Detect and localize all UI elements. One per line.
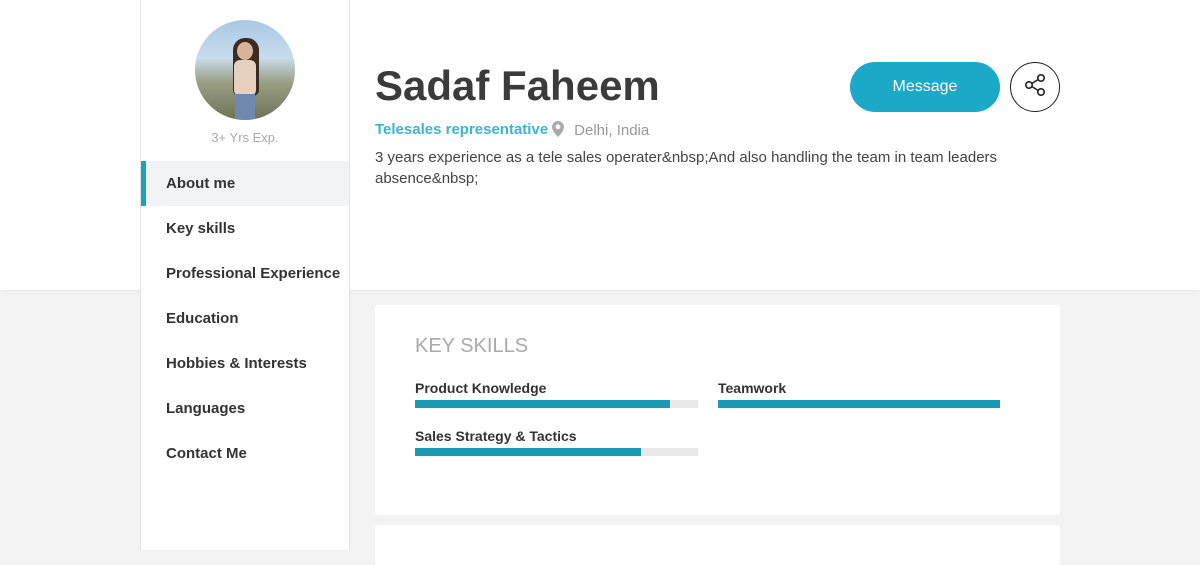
skill-item: Sales Strategy & Tactics bbox=[415, 428, 698, 456]
sidebar-item-contact-me[interactable]: Contact Me bbox=[141, 431, 349, 476]
skill-bar bbox=[415, 400, 698, 408]
map-pin-icon bbox=[552, 121, 574, 139]
sidebar-item-hobbies[interactable]: Hobbies & Interests bbox=[141, 341, 349, 386]
sidebar-item-education[interactable]: Education bbox=[141, 296, 349, 341]
sidebar: 3+ Yrs Exp. About me Key skills Professi… bbox=[140, 0, 350, 550]
next-section-card bbox=[375, 525, 1060, 565]
sidebar-nav: About me Key skills Professional Experie… bbox=[141, 161, 349, 476]
skill-bar-fill bbox=[718, 400, 1000, 408]
key-skills-heading: KEY SKILLS bbox=[415, 335, 529, 357]
skill-item: Teamwork bbox=[718, 380, 1000, 408]
profile-name: Sadaf Faheem bbox=[375, 62, 660, 109]
key-skills-card: KEY SKILLS Product Knowledge Teamwork Sa… bbox=[375, 305, 1060, 515]
job-title: Telesales representative bbox=[375, 121, 549, 138]
location: Delhi, India bbox=[552, 121, 649, 139]
experience-label: 3+ Yrs Exp. bbox=[211, 130, 279, 145]
location-text: Delhi, India bbox=[574, 122, 650, 139]
message-button[interactable]: Message bbox=[850, 62, 1000, 112]
skill-bar-fill bbox=[415, 400, 670, 408]
share-icon bbox=[1022, 72, 1048, 103]
profile-bio: 3 years experience as a tele sales opera… bbox=[375, 149, 998, 187]
skill-label: Product Knowledge bbox=[415, 380, 547, 396]
skill-label: Teamwork bbox=[718, 380, 787, 396]
share-button[interactable] bbox=[1010, 62, 1060, 112]
avatar bbox=[195, 20, 295, 120]
skill-item: Product Knowledge bbox=[415, 380, 698, 408]
skill-bar bbox=[718, 400, 1000, 408]
skill-bar bbox=[415, 448, 698, 456]
sidebar-item-professional-experience[interactable]: Professional Experience bbox=[141, 251, 349, 296]
skill-bar-fill bbox=[415, 448, 642, 456]
sidebar-item-about-me[interactable]: About me bbox=[141, 161, 349, 206]
skill-label: Sales Strategy & Tactics bbox=[415, 428, 577, 444]
sidebar-item-key-skills[interactable]: Key skills bbox=[141, 206, 349, 251]
sidebar-item-languages[interactable]: Languages bbox=[141, 386, 349, 431]
